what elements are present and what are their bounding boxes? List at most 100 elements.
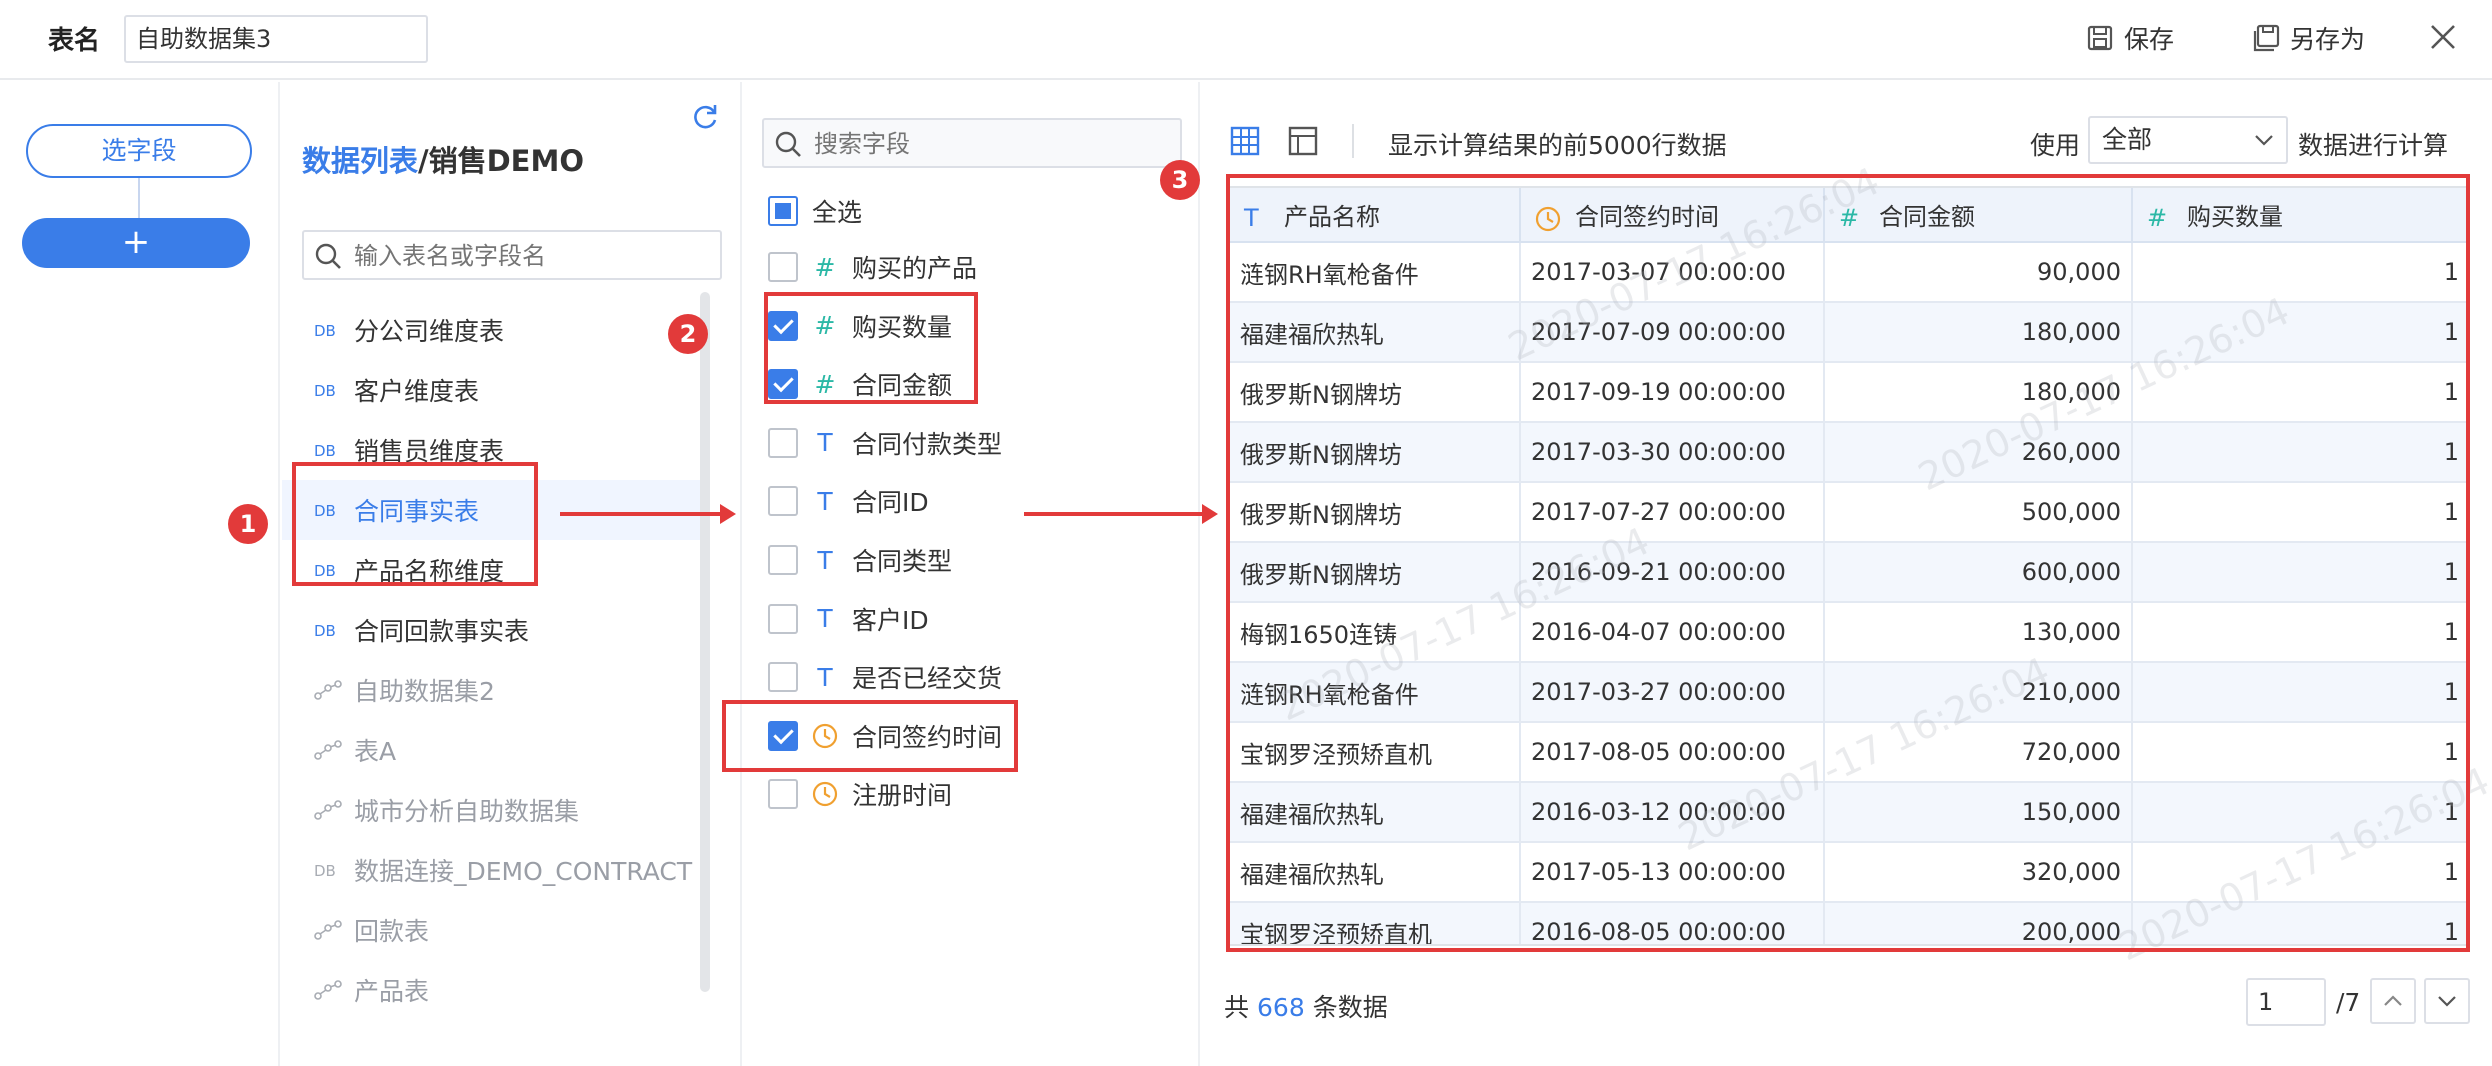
- select-all-checkbox[interactable]: 全选: [768, 186, 862, 236]
- calc-label: 数据进行计算: [2298, 131, 2449, 160]
- field-item[interactable]: # 购买的产品: [768, 242, 977, 292]
- field-item[interactable]: T 合同付款类型: [768, 418, 1002, 468]
- table-row: 俄罗斯N钢牌坊 2017-09-19 00:00:00 180,000 1: [1230, 362, 2466, 423]
- step-panel: 选字段 +: [0, 82, 280, 1066]
- field-checkbox[interactable]: [768, 603, 798, 634]
- datasource-list-link[interactable]: 数据列表: [302, 144, 418, 178]
- date-type-icon: [812, 723, 838, 749]
- field-label: 合同ID: [852, 488, 929, 518]
- table-row: 涟钢RH氧枪备件 2017-03-27 00:00:00 210,000 1: [1230, 662, 2466, 723]
- chevron-down-icon: [2255, 135, 2273, 146]
- field-item[interactable]: T 是否已经交货: [768, 652, 1002, 702]
- table-cell: 260,000: [1824, 422, 2133, 483]
- table-cell: 2016-04-07 00:00:00: [1520, 602, 1825, 663]
- db-table-icon: DB: [314, 382, 336, 400]
- text-type-icon: T: [817, 545, 833, 575]
- save-as-button[interactable]: 另存为: [2252, 20, 2365, 56]
- table-cell: 2017-09-19 00:00:00: [1520, 362, 1825, 423]
- save-icon: [2087, 25, 2113, 51]
- field-item[interactable]: T 合同类型: [768, 535, 952, 585]
- datasource-item[interactable]: DB 销售员维度表: [282, 420, 702, 480]
- chevron-up-icon: [2384, 995, 2402, 1006]
- datasource-item[interactable]: DB 分公司维度表: [282, 300, 702, 360]
- datasource-item[interactable]: DB 合同事实表: [282, 480, 702, 540]
- datasource-item[interactable]: 自助数据集2: [282, 660, 702, 720]
- field-search-input[interactable]: [814, 124, 1174, 164]
- datasource-panel: 数据列表/销售DEMO DB 分公司维度表 DB 客户维度表 DB 销售员维度表 DB 合同事…: [282, 82, 742, 1066]
- refresh-icon[interactable]: [690, 102, 720, 132]
- table-cell: 2017-03-30 00:00:00: [1520, 422, 1825, 483]
- table-cell: 2016-09-21 00:00:00: [1520, 542, 1825, 603]
- column-header[interactable]: 合同签约时间: [1520, 188, 1825, 243]
- table-cell: 涟钢RH氧枪备件: [1230, 662, 1521, 723]
- field-label: 客户ID: [852, 605, 929, 635]
- field-checkbox[interactable]: [768, 310, 798, 341]
- datasource-item[interactable]: 回款表: [282, 900, 702, 960]
- record-count-value: 668: [1257, 993, 1305, 1022]
- datasource-item[interactable]: DB 数据连接_DEMO_CONTRACT: [282, 840, 702, 900]
- datasource-item[interactable]: DB 客户维度表: [282, 360, 702, 420]
- datasource-search[interactable]: [302, 230, 722, 280]
- field-checkbox[interactable]: [768, 369, 798, 400]
- table-cell: 1: [2132, 422, 2466, 483]
- add-step-button[interactable]: +: [22, 218, 250, 268]
- datasource-item-label: 销售员维度表: [354, 437, 505, 466]
- table-cell: 福建福欣热轧: [1230, 782, 1521, 843]
- table-cell: 320,000: [1824, 842, 2133, 903]
- table-row: 福建福欣热轧 2017-07-09 00:00:00 180,000 1: [1230, 302, 2466, 363]
- row-scope-select[interactable]: 全部: [2088, 116, 2288, 164]
- table-view-icon[interactable]: [1230, 126, 1260, 156]
- datasource-scrollbar[interactable]: [700, 292, 710, 992]
- table-cell: 2017-07-09 00:00:00: [1520, 302, 1825, 363]
- field-label: 是否已经交货: [852, 664, 1003, 694]
- chevron-down-icon: [2438, 996, 2456, 1007]
- text-type-icon: T: [817, 428, 833, 458]
- table-name-input[interactable]: 自助数据集3: [124, 15, 428, 63]
- select-all-box[interactable]: [768, 196, 798, 226]
- field-item[interactable]: 合同签约时间: [768, 711, 1002, 761]
- close-icon[interactable]: [2428, 22, 2458, 52]
- datasource-item[interactable]: 城市分析自助数据集: [282, 780, 702, 840]
- page-number-input[interactable]: 1: [2246, 978, 2326, 1026]
- table-cell: 福建福欣热轧: [1230, 842, 1521, 903]
- field-label: 合同付款类型: [852, 429, 1003, 459]
- svg-text:DB: DB: [314, 442, 336, 460]
- field-item[interactable]: # 合同金额: [768, 359, 952, 409]
- number-type-icon: #: [1839, 204, 1860, 232]
- field-search[interactable]: [762, 118, 1182, 168]
- field-checkbox[interactable]: [768, 662, 798, 693]
- datasource-item[interactable]: 产品表: [282, 960, 702, 1020]
- field-checkbox[interactable]: [768, 252, 798, 282]
- datasource-item[interactable]: 表A: [282, 720, 702, 780]
- column-header[interactable]: T 产品名称: [1230, 188, 1521, 243]
- next-page-button[interactable]: [2424, 978, 2470, 1024]
- column-header[interactable]: # 合同金额: [1824, 188, 2133, 243]
- datasource-item[interactable]: DB 产品名称维度: [282, 540, 702, 600]
- table-cell: 俄罗斯N钢牌坊: [1230, 482, 1521, 543]
- layout-view-icon[interactable]: [1288, 126, 1318, 156]
- field-checkbox[interactable]: [768, 779, 798, 810]
- field-item[interactable]: T 合同ID: [768, 476, 929, 526]
- table-cell: 2017-03-27 00:00:00: [1520, 662, 1825, 723]
- field-checkbox[interactable]: [768, 486, 798, 517]
- field-item[interactable]: # 购买数量: [768, 301, 952, 351]
- table-cell: 1: [2132, 662, 2466, 723]
- save-button[interactable]: 保存: [2086, 20, 2174, 56]
- title-separator: /: [418, 144, 429, 178]
- datasource-item[interactable]: DB 合同回款事实表: [282, 600, 702, 660]
- column-header[interactable]: # 购买数量: [2132, 188, 2466, 243]
- table-cell: 500,000: [1824, 482, 2133, 543]
- field-item[interactable]: T 客户ID: [768, 594, 929, 644]
- db-table-icon: DB: [314, 562, 336, 580]
- select-field-button[interactable]: 选字段: [26, 124, 252, 178]
- table-cell: 俄罗斯N钢牌坊: [1230, 362, 1521, 423]
- field-checkbox[interactable]: [768, 427, 798, 458]
- datasource-search-input[interactable]: [354, 236, 714, 276]
- table-cell: 2016-08-05 00:00:00: [1520, 902, 1825, 944]
- field-checkbox[interactable]: [768, 720, 798, 751]
- field-checkbox[interactable]: [768, 545, 798, 575]
- column-header-label: 购买数量: [2187, 203, 2283, 231]
- field-item[interactable]: 注册时间: [768, 769, 952, 819]
- prev-page-button[interactable]: [2370, 978, 2416, 1024]
- self-service-dataset-icon: [314, 680, 342, 700]
